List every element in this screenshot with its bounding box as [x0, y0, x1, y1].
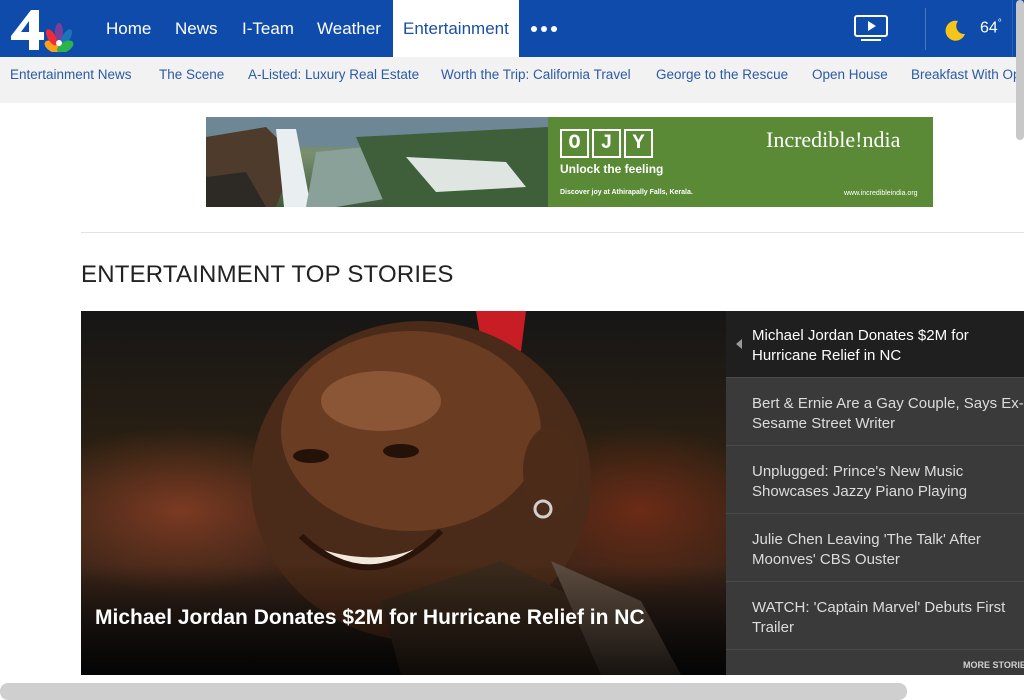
top-stories-list: Michael Jordan Donates $2M for Hurricane…: [726, 311, 1024, 675]
ad-small-text: Discover joy at Athirapally Falls, Keral…: [560, 189, 693, 196]
hero-caption[interactable]: Michael Jordan Donates $2M for Hurricane…: [95, 606, 645, 630]
story-title: Julie Chen Leaving 'The Talk' After Moon…: [752, 531, 981, 568]
top-navigation: Home News I-Team Weather Entertainment 6…: [0, 0, 1024, 57]
subnav-open-house[interactable]: Open House: [812, 57, 888, 93]
active-arrow-icon: [736, 339, 742, 349]
ad-banner[interactable]: O J Y Unlock the feeling Discover joy at…: [206, 117, 933, 207]
story-title: WATCH: 'Captain Marvel' Debuts First Tra…: [752, 599, 1006, 636]
nav-entertainment[interactable]: Entertainment: [393, 0, 519, 57]
ad-tagline: Unlock the feeling: [560, 162, 664, 176]
moon-icon: [945, 20, 965, 41]
ad-brand: Incredible!ndia: [766, 127, 901, 152]
nav-i-team[interactable]: I-Team: [242, 0, 294, 57]
subnav-worth-the-trip[interactable]: Worth the Trip: California Travel: [441, 57, 631, 93]
nav-home[interactable]: Home: [106, 0, 151, 57]
ad-letter-o: O: [560, 129, 589, 158]
nav-divider: [925, 8, 926, 50]
subnav-entertainment-news[interactable]: Entertainment News: [10, 57, 132, 93]
more-stories-link[interactable]: MORE STORIES: [963, 660, 1024, 670]
story-item[interactable]: WATCH: 'Captain Marvel' Debuts First Tra…: [726, 583, 1024, 650]
ad-waterfall-image: [206, 117, 548, 207]
ad-ojy-letters: O J Y: [560, 129, 653, 158]
more-dots-icon[interactable]: [531, 22, 561, 36]
divider: [81, 232, 1024, 233]
vertical-scrollbar[interactable]: [1016, 0, 1024, 140]
story-item[interactable]: Julie Chen Leaving 'The Talk' After Moon…: [726, 515, 1024, 582]
story-item[interactable]: Unplugged: Prince's New Music Showcases …: [726, 447, 1024, 514]
subnav-the-scene[interactable]: The Scene: [159, 57, 224, 93]
ad-copy-panel: O J Y Unlock the feeling Discover joy at…: [548, 117, 933, 207]
story-title: Bert & Ernie Are a Gay Couple, Says Ex- …: [752, 395, 1024, 432]
section-title: ENTERTAINMENT TOP STORIES: [81, 261, 454, 288]
temperature-value: 64: [980, 19, 998, 37]
nav-news[interactable]: News: [175, 0, 218, 57]
video-play-icon[interactable]: [852, 14, 890, 42]
subnav-a-listed[interactable]: A-Listed: Luxury Real Estate: [248, 57, 419, 93]
subnav-breakfast-with-ops[interactable]: Breakfast With Ops: [911, 57, 1024, 93]
nbc4-logo[interactable]: [9, 6, 79, 52]
sub-navigation: Entertainment News The Scene A-Listed: L…: [0, 57, 1024, 103]
nav-weather[interactable]: Weather: [317, 0, 381, 57]
horizontal-scrollbar[interactable]: [0, 683, 907, 700]
temperature-unit: °: [997, 18, 1002, 29]
ad-url: www.incredibleindia.org: [844, 190, 918, 197]
story-title: Michael Jordan Donates $2M for Hurricane…: [752, 327, 969, 364]
temperature-readout[interactable]: 64°: [980, 18, 1002, 37]
subnav-george-to-the-rescue[interactable]: George to the Rescue: [656, 57, 788, 93]
story-item[interactable]: Bert & Ernie Are a Gay Couple, Says Ex- …: [726, 379, 1024, 446]
hero-story[interactable]: Michael Jordan Donates $2M for Hurricane…: [81, 311, 726, 675]
ad-letter-j: J: [592, 129, 621, 158]
story-title: Unplugged: Prince's New Music Showcases …: [752, 463, 968, 500]
story-item[interactable]: Michael Jordan Donates $2M for Hurricane…: [726, 311, 1024, 378]
ad-letter-y: Y: [624, 129, 653, 158]
